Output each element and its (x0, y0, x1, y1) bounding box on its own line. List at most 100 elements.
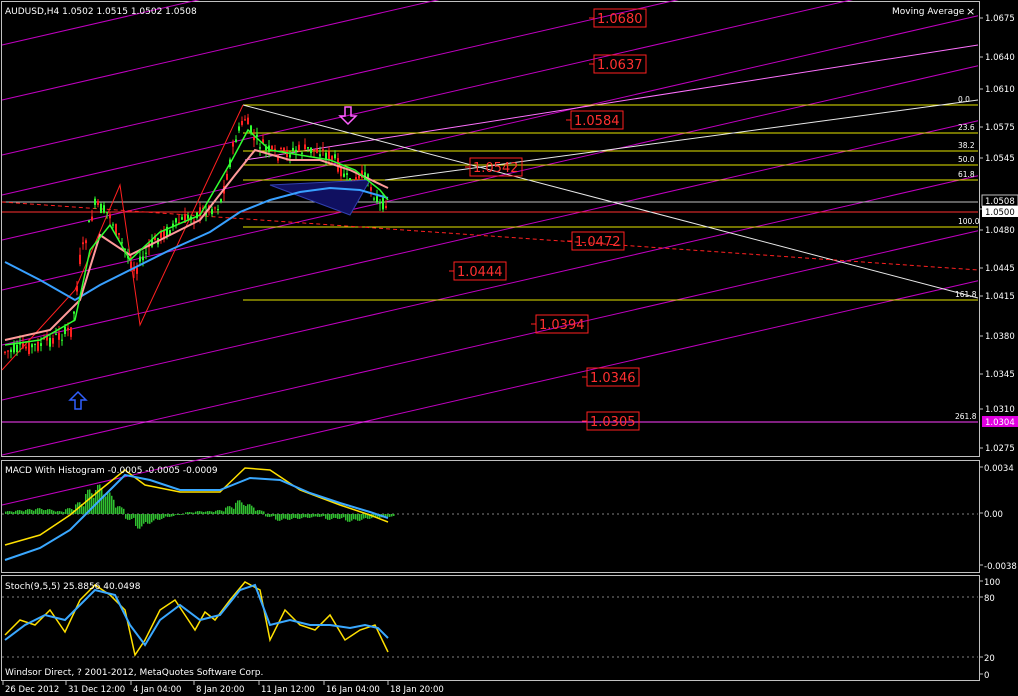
macd-histogram-bar (131, 514, 133, 519)
moving-averages (4, 128, 389, 346)
channel-line (1, 65, 979, 291)
candle-body (10, 349, 12, 353)
macd-histogram-bar (339, 514, 341, 519)
candle-body (319, 154, 321, 157)
candle-body (259, 147, 261, 149)
macd-histogram-bar (21, 510, 23, 514)
candle-body (130, 261, 132, 269)
macd-histogram-bar (147, 514, 149, 524)
macd-histogram-bar (353, 514, 355, 520)
macd-histogram-bar (269, 514, 271, 517)
macd-histogram-bar (333, 514, 335, 518)
signal-arrows (68, 106, 358, 410)
candle-body (385, 205, 387, 209)
macd-pane (2, 466, 983, 566)
macd-histogram-bar (207, 511, 209, 514)
macd-histogram-bar (53, 510, 55, 514)
macd-histogram-bar (97, 484, 99, 514)
candle-body (253, 136, 255, 141)
candle-body (292, 147, 294, 151)
macd-histogram-bar (143, 514, 145, 524)
candle-body (322, 149, 324, 151)
price-tick-label: 1.0480 (985, 226, 1015, 236)
candle-body (187, 215, 189, 219)
price-tick-label: 1.0275 (985, 444, 1015, 454)
price-tick-label: 1.0675 (985, 14, 1015, 24)
macd-histogram-bar (19, 510, 21, 514)
macd-histogram-bar (265, 514, 267, 517)
stoch-tick-100: 100 (984, 578, 1000, 588)
candle-body (121, 242, 123, 244)
candle-body (103, 205, 105, 213)
macd-histogram-bar (247, 504, 249, 514)
macd-histogram-bar (213, 512, 215, 514)
pitchfork-channel[interactable] (1, 0, 979, 506)
current-price-label: 1.0508 (985, 197, 1015, 207)
price-tick-label: 1.0640 (985, 53, 1015, 63)
candle-body (70, 327, 72, 337)
macd-histogram-bar (299, 514, 301, 519)
candle-body (31, 344, 33, 348)
macd-histogram-bar (179, 514, 181, 515)
candle-body (235, 139, 237, 143)
fibonacci-retracement[interactable]: 0.023.638.250.061.8100.0161.8261.8 (2, 95, 980, 423)
macd-histogram-bar (159, 514, 161, 520)
trend-lines[interactable] (1, 99, 979, 371)
macd-histogram-bar (241, 502, 243, 514)
macd-histogram-bar (317, 514, 319, 517)
candle-body (214, 207, 216, 209)
candle-body (37, 341, 39, 351)
macd-histogram-bar (229, 506, 231, 514)
candle-body (79, 254, 81, 265)
candle-body (325, 152, 327, 160)
macd-histogram-bar (337, 514, 339, 519)
macd-histogram-bar (231, 507, 233, 514)
main-pane-frame (1, 1, 980, 457)
zigzag-line (1, 104, 244, 371)
candle-body (145, 252, 147, 254)
macd-histogram-bar (125, 514, 127, 519)
macd-histogram-bar (257, 510, 259, 514)
macd-histogram-bar (141, 514, 143, 527)
close-icon[interactable]: × (966, 5, 975, 18)
macd-histogram-bar (263, 511, 265, 514)
price-box-label: 1.0394 (539, 318, 585, 333)
fibo-level-label: 38.2 (958, 141, 975, 150)
indicator-label: Moving Average (892, 7, 965, 17)
macd-histogram-bar (243, 504, 245, 514)
macd-histogram-bar (325, 514, 327, 519)
macd-histogram-bar (5, 511, 7, 514)
candle-body (331, 155, 333, 160)
macd-histogram-bar (45, 510, 47, 514)
macd-histogram-bar (293, 514, 295, 518)
macd-histogram-bar (51, 509, 53, 514)
candle-body (100, 203, 102, 214)
macd-histogram-bar (109, 492, 111, 514)
copyright-text: Windsor Direct, ? 2001-2012, MetaQuotes … (5, 668, 263, 678)
fibo-level-label: 100.0 (958, 217, 980, 226)
candle-body (241, 120, 243, 125)
macd-histogram-bar (177, 514, 179, 515)
macd-histogram-bar (239, 500, 241, 514)
macd-histogram-bar (319, 514, 321, 517)
macd-histogram-bar (55, 511, 57, 514)
candle-body (370, 187, 372, 191)
macd-histogram-bar (205, 511, 207, 514)
harmonic-pattern (269, 179, 371, 216)
macd-histogram-bar (307, 514, 309, 518)
candle-body (28, 342, 30, 354)
candle-body (118, 233, 120, 235)
macd-histogram-bar (209, 511, 211, 514)
candle-body (307, 146, 309, 149)
stochastic-pane (2, 580, 983, 675)
candle-body (94, 198, 96, 205)
macd-tick-top: 0.0034 (984, 464, 1014, 474)
macd-histogram-bar (345, 514, 347, 521)
macd-tick-bottom: -0.0038 (984, 562, 1017, 572)
macd-histogram-bar (199, 511, 201, 514)
macd-histogram-bar (343, 514, 345, 518)
price-box-label: 1.0472 (575, 235, 621, 250)
candle-body (373, 198, 375, 200)
channel-line (1, 0, 679, 156)
time-tick-label: 31 Dec 12:00 (68, 685, 125, 695)
